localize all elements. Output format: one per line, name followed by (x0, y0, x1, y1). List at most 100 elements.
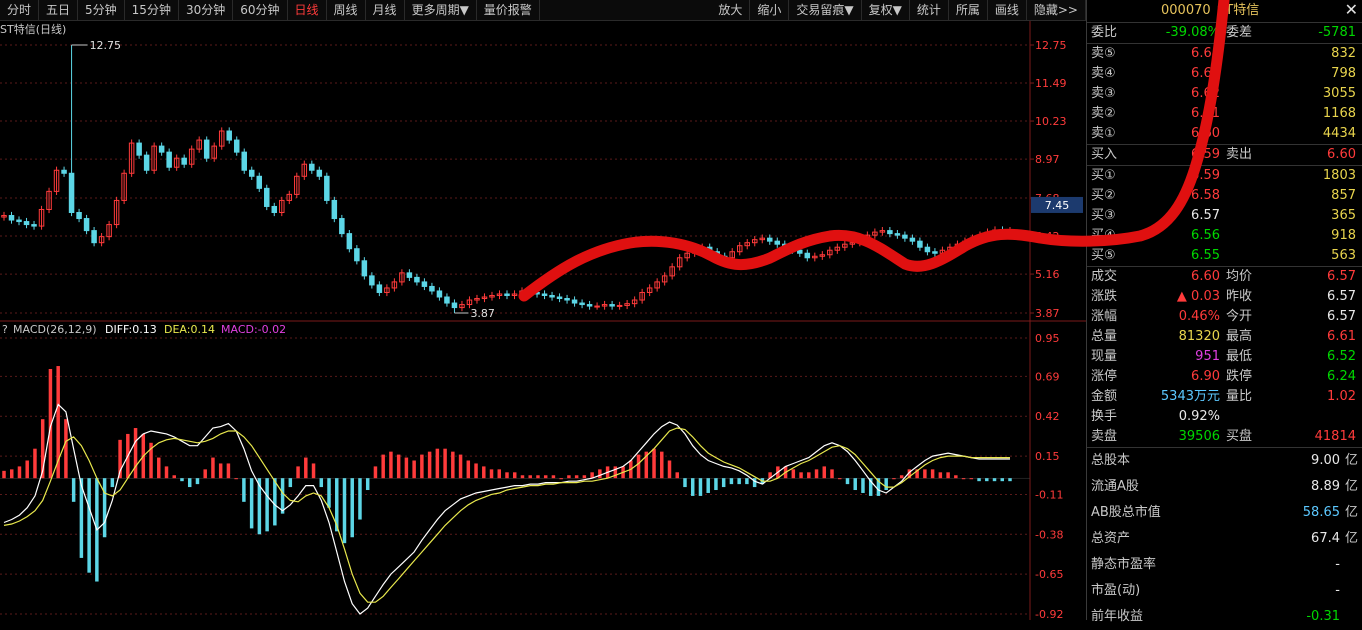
stat-label: 涨停 (1091, 369, 1118, 384)
macd-histogram-bar (396, 454, 401, 479)
macd-histogram-bar (435, 448, 440, 479)
macd-histogram-bar (273, 478, 277, 526)
macd-histogram-bar (582, 475, 587, 479)
candle-body (76, 212, 82, 220)
candle-body (887, 230, 893, 235)
tool-button-3[interactable]: 复权▼ (862, 0, 910, 20)
macd-histogram-bar (838, 478, 842, 480)
period-tab-7[interactable]: 周线 (327, 0, 366, 20)
candle-body (354, 248, 360, 262)
macd-histogram-bar (822, 466, 827, 479)
candle-body (721, 255, 728, 259)
macd-histogram-bar (373, 466, 378, 479)
macd-histogram-bar (164, 466, 169, 479)
stat-row: 金额 5343万元 量比 1.02 (1087, 387, 1362, 407)
weicha-value: -5781 (1318, 25, 1356, 40)
macd-histogram-bar (288, 478, 293, 488)
candle-body (309, 163, 315, 171)
stat-value-2: 6.57 (1327, 309, 1356, 324)
macd-legend-name: MACD(26,12,9) (13, 323, 97, 336)
ask-level-label: 卖① (1091, 126, 1116, 141)
candle-body (361, 260, 368, 277)
macd-histogram-bar (451, 451, 455, 479)
period-tab-4[interactable]: 30分钟 (179, 0, 234, 20)
macd-histogram-bar (280, 478, 285, 514)
ask-volume: 798 (1331, 66, 1356, 81)
macd-histogram-bar (218, 463, 223, 479)
bid-row: 买② 6.58 857 (1087, 186, 1362, 206)
period-tab-5[interactable]: 60分钟 (233, 0, 288, 20)
macd-histogram-bar (536, 475, 540, 479)
period-tab-8[interactable]: 月线 (366, 0, 405, 20)
info-row: 前年收益 -0.31 (1087, 604, 1362, 630)
candle-body (181, 157, 187, 165)
fundamental-info: 总股本 9.00 亿流通A股 8.89 亿 AB股总市值 58.65 亿总资产 67.4 亿静态市… (1087, 448, 1362, 630)
bid-volume: 1803 (1322, 168, 1356, 183)
macd-histogram-bar (977, 478, 981, 482)
period-tab-10[interactable]: 量价报警 (477, 0, 540, 20)
macd-histogram-bar (543, 475, 548, 479)
tool-button-7[interactable]: 隐藏>> (1027, 0, 1086, 20)
bid-price: 6.59 (1191, 168, 1220, 183)
macd-histogram-bar (745, 478, 749, 485)
stat-row: 成交 6.60 均价 6.57 (1087, 267, 1362, 287)
quote-header: 000070 ST特信 ✕ (1087, 0, 1362, 23)
tool-button-4[interactable]: 统计 (910, 0, 949, 20)
tool-button-1[interactable]: 缩小 (750, 0, 790, 20)
close-icon[interactable]: ✕ (1345, 0, 1358, 21)
period-tab-3[interactable]: 15分钟 (125, 0, 179, 20)
macd-histogram-bar (187, 478, 192, 488)
period-tab-2[interactable]: 5分钟 (78, 0, 125, 20)
ask-row: 卖⑤ 6.64 832 (1087, 44, 1362, 64)
macd-histogram-bar (899, 475, 904, 479)
macd-histogram-bar (961, 478, 966, 480)
macd-histogram-bar (938, 472, 943, 479)
period-tab-9[interactable]: 更多周期▼ (405, 0, 477, 20)
bid-price: 6.57 (1191, 208, 1220, 223)
period-tab-1[interactable]: 五日 (39, 0, 79, 20)
price-tick-label: 5.16 (1035, 268, 1060, 281)
macd-histogram-bar (226, 463, 231, 479)
macd-histogram-bar (574, 475, 579, 479)
candle-body (767, 237, 773, 242)
candle-body (804, 252, 811, 259)
macd-histogram-bar (690, 478, 695, 496)
macd-legend-diff: DIFF:0.13 (105, 323, 157, 336)
candle-body (324, 175, 330, 201)
info-value: 58.65 (1302, 505, 1340, 520)
tool-button-6[interactable]: 画线 (988, 0, 1027, 20)
stat-label: 涨跌 (1091, 289, 1118, 304)
tool-button-0[interactable]: 放大 (711, 0, 751, 20)
stat-value: 6.60 (1191, 269, 1220, 284)
macd-histogram-bar (427, 451, 432, 479)
macd-histogram-bar (721, 478, 726, 488)
info-label: 总股本 (1091, 453, 1131, 468)
macd-histogram-bar (698, 478, 703, 496)
info-label: AB股总市值 (1091, 505, 1161, 520)
period-tab-6[interactable]: 日线 (288, 0, 327, 20)
kline-chart-area: 12.7511.4910.238.977.686.425.163.870.950… (0, 21, 1086, 620)
candle-body (316, 169, 323, 177)
info-unit: 亿 (1344, 505, 1358, 520)
candle-body (932, 251, 938, 254)
macd-histogram-bar (714, 478, 718, 491)
sell-price: 6.60 (1327, 147, 1356, 162)
stat-value-2: 1.02 (1327, 389, 1356, 404)
sell-label: 卖出 (1226, 147, 1253, 162)
stat-value: 81320 (1178, 329, 1220, 344)
macd-tick-label: 0.42 (1035, 410, 1060, 423)
stat-label-2: 昨收 (1226, 289, 1253, 304)
candle-body (556, 296, 563, 300)
info-value: -0.31 (1306, 609, 1340, 624)
buy-price: 6.59 (1191, 147, 1220, 162)
stat-value-2: 6.24 (1327, 369, 1356, 384)
tool-button-2[interactable]: 交易留痕▼ (789, 0, 862, 20)
stat-label: 涨幅 (1091, 309, 1118, 324)
tool-button-5[interactable]: 所属 (949, 0, 988, 20)
high-label: 12.75 (90, 39, 122, 52)
macd-histogram-bar (946, 472, 950, 479)
macd-histogram-bar (381, 454, 385, 479)
macd-histogram-bar (466, 460, 471, 479)
bid-level-label: 买⑤ (1091, 248, 1116, 263)
period-tab-0[interactable]: 分时 (0, 0, 40, 20)
